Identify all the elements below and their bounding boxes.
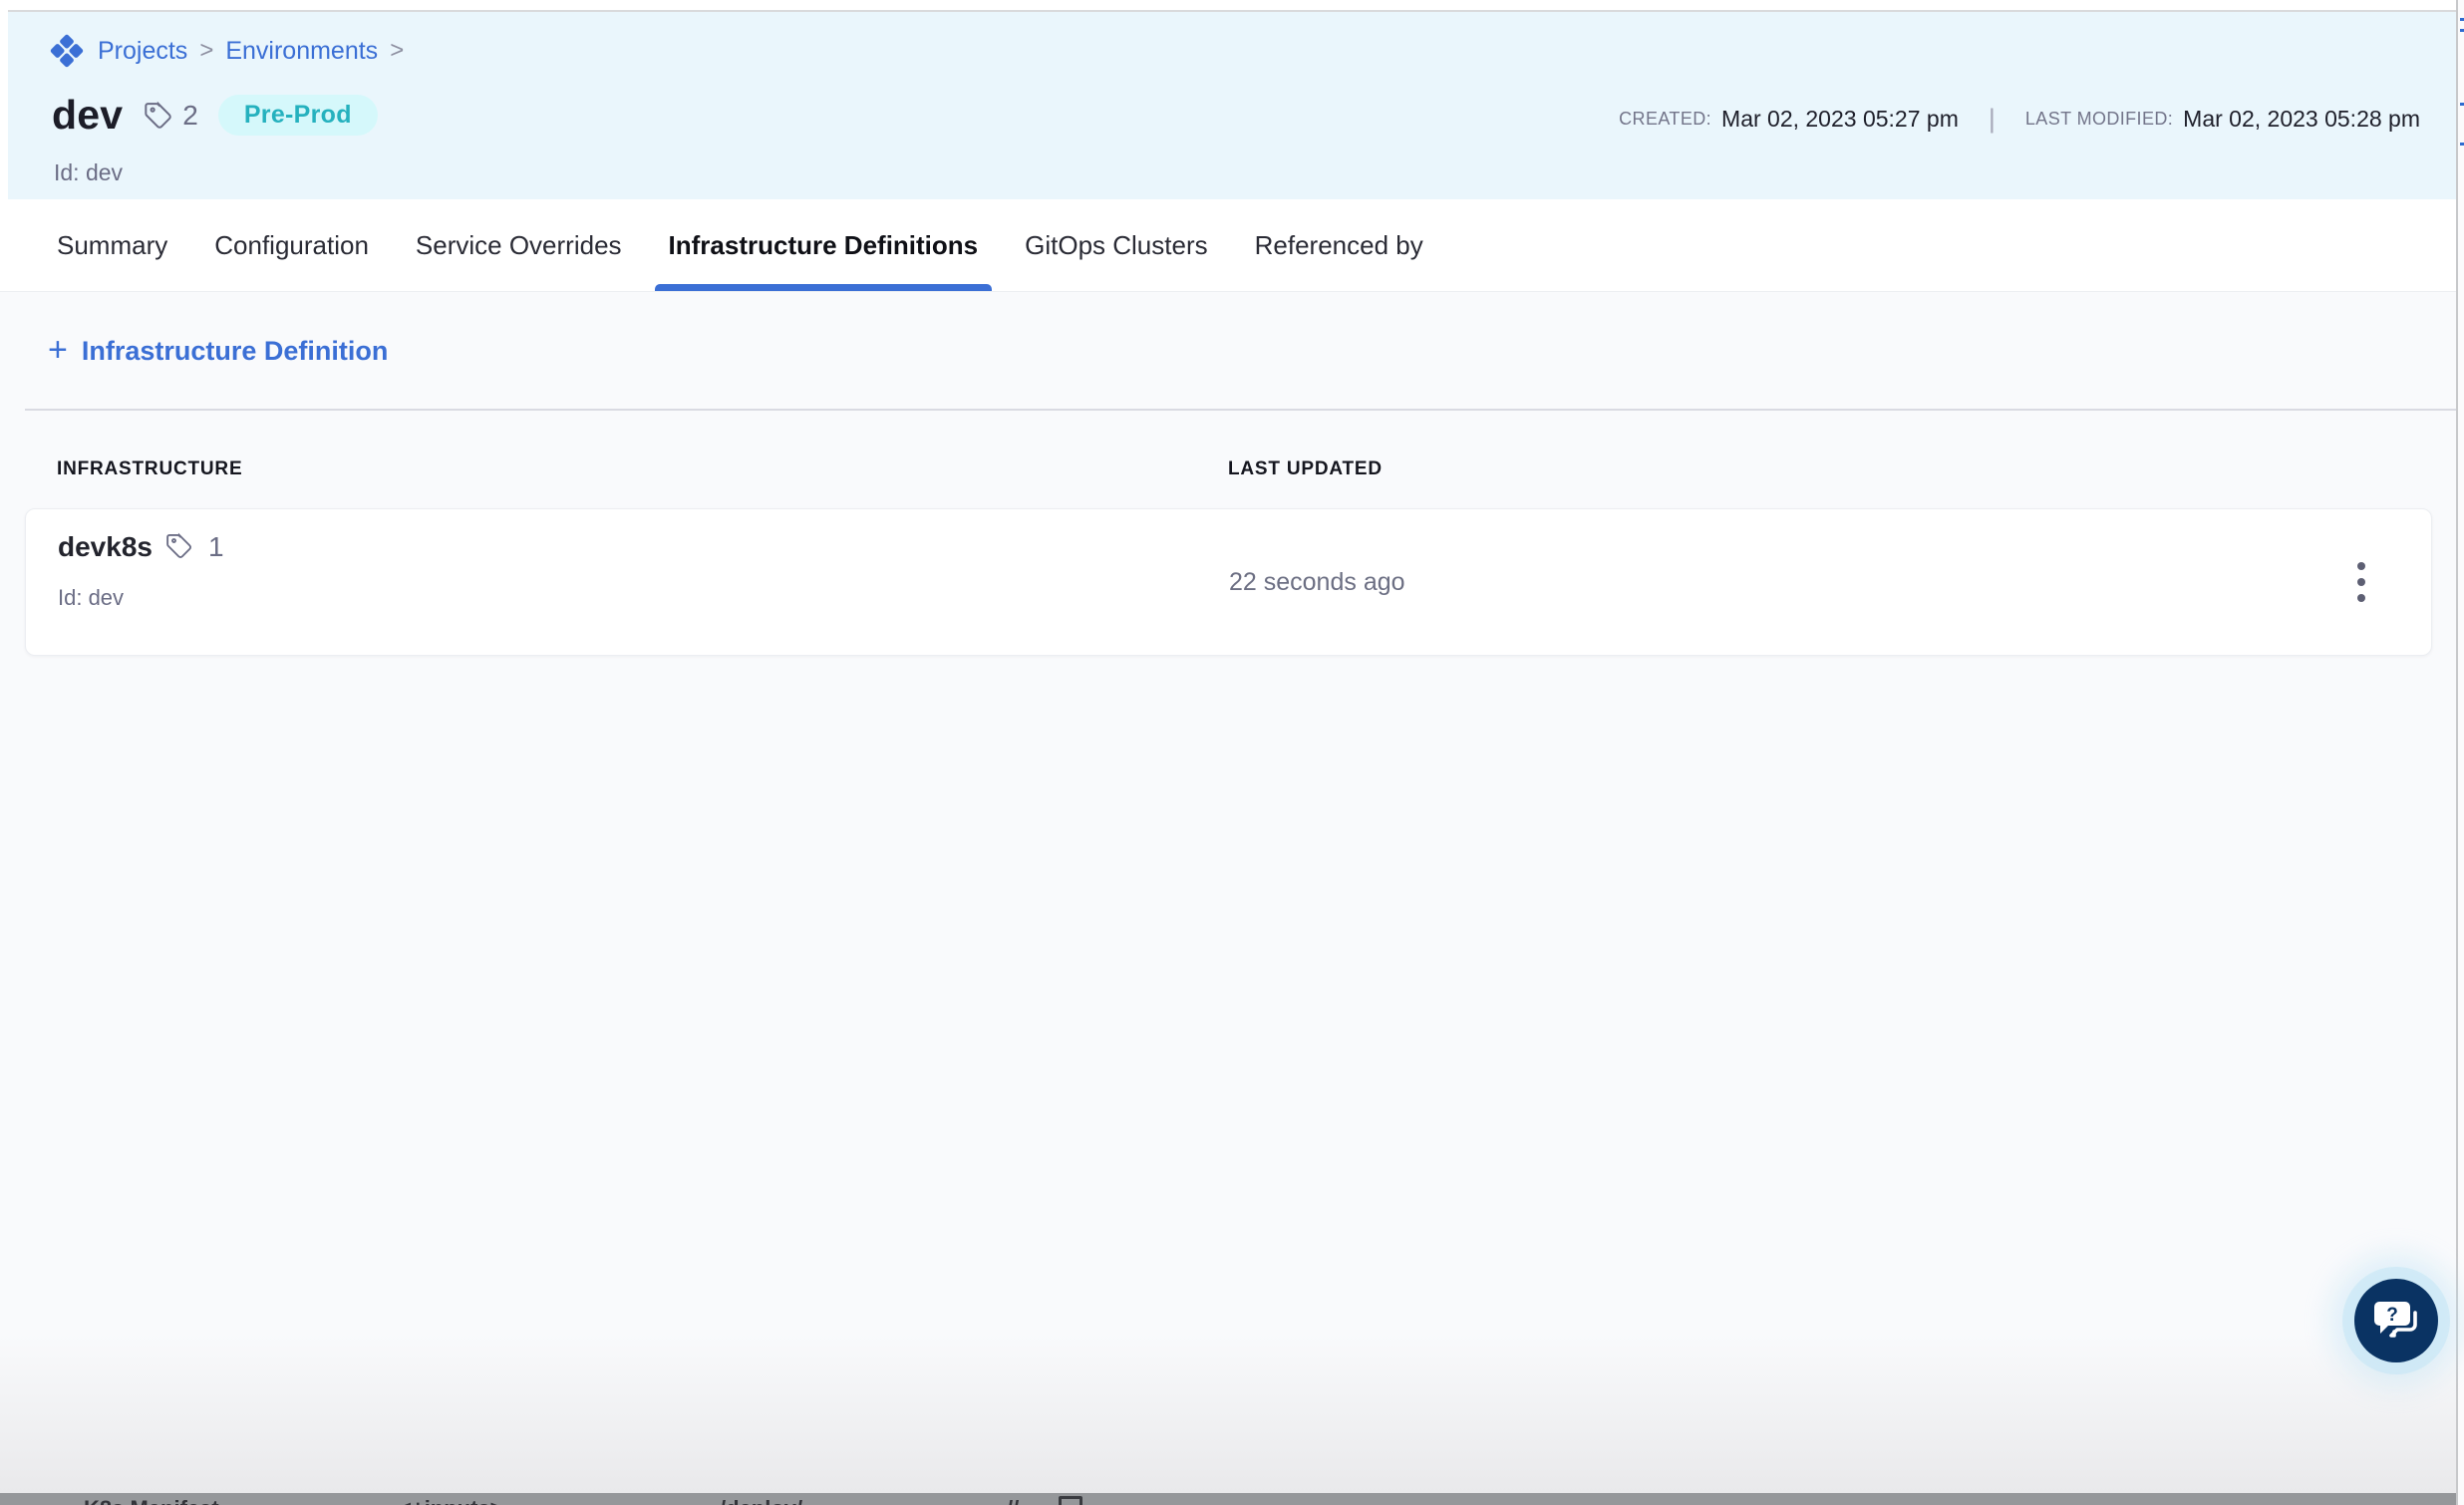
kebab-dot (2357, 594, 2365, 602)
environment-details-page: Projects > Environments > dev 2 Pre-Prod… (0, 0, 2464, 1505)
infrastructure-id: Id: dev (58, 585, 124, 611)
environment-meta: CREATED: Mar 02, 2023 05:27 pm | LAST MO… (1619, 104, 2420, 135)
column-header-infrastructure: INFRASTRUCTURE (57, 458, 242, 480)
kebab-dot (2357, 578, 2365, 586)
scrollbar-marker (2460, 18, 2464, 21)
environment-title-row: dev 2 Pre-Prod (52, 92, 378, 139)
occluded-window-strip: K8s Manifest <+inputs> /deploy/ // (0, 1493, 2464, 1505)
table-header-row: INFRASTRUCTURE LAST UPDATED (0, 458, 2464, 484)
tag-icon (164, 531, 196, 563)
clipped-text-inputs: <+inputs> (399, 1496, 503, 1505)
environment-type-badge: Pre-Prod (218, 95, 378, 136)
scrollbar-marker (2460, 29, 2464, 32)
kebab-dot (2357, 562, 2365, 570)
environment-tab-bar: Summary Configuration Service Overrides … (0, 199, 2464, 292)
svg-text:?: ? (2386, 1305, 2398, 1326)
meta-separator: | (1981, 104, 2003, 135)
help-chat-fab[interactable]: ? (2354, 1279, 2438, 1362)
clipped-text-k8s-manifest: K8s Manifest (84, 1496, 219, 1505)
created-value: Mar 02, 2023 05:27 pm (1721, 106, 1959, 133)
breadcrumb: Projects > Environments > (48, 32, 404, 70)
last-updated-cell: 22 seconds ago (1229, 509, 1405, 655)
tab-summary[interactable]: Summary (57, 199, 167, 291)
breadcrumb-projects-link[interactable]: Projects (98, 37, 187, 66)
plus-icon: + (48, 333, 68, 367)
tag-count: 2 (182, 100, 198, 132)
tag-count: 1 (208, 531, 224, 563)
clipped-text-deploy: /deploy/ (720, 1496, 802, 1505)
chevron-right-icon: > (390, 37, 404, 65)
chevron-right-icon: > (199, 37, 213, 65)
toolbar-divider (25, 409, 2457, 411)
last-modified-value: Mar 02, 2023 05:28 pm (2183, 106, 2420, 133)
environment-name: dev (52, 92, 123, 139)
environment-header: Projects > Environments > dev 2 Pre-Prod… (8, 10, 2456, 199)
tab-infrastructure-definitions[interactable]: Infrastructure Definitions (669, 199, 979, 291)
row-options-menu-button[interactable] (2347, 552, 2375, 612)
add-infrastructure-definition-label: Infrastructure Definition (82, 336, 389, 367)
column-header-last-updated: LAST UPDATED (1228, 458, 1383, 480)
environment-id: Id: dev (54, 159, 123, 186)
infrastructure-definitions-panel: + Infrastructure Definition INFRASTRUCTU… (0, 292, 2464, 1505)
scrollbar-marker (2460, 103, 2464, 106)
tab-referenced-by[interactable]: Referenced by (1255, 199, 1423, 291)
tab-gitops-clusters[interactable]: GitOps Clusters (1025, 199, 1208, 291)
created-label: CREATED: (1619, 109, 1711, 130)
tab-configuration[interactable]: Configuration (214, 199, 369, 291)
environment-tags: 2 (143, 100, 198, 132)
project-diamond-icon (48, 32, 86, 70)
add-infrastructure-definition-button[interactable]: + Infrastructure Definition (48, 336, 388, 367)
toolbar: + Infrastructure Definition (0, 292, 2464, 367)
scrollbar-marker (2460, 143, 2464, 146)
infrastructure-name[interactable]: devk8s (58, 531, 153, 563)
tab-service-overrides[interactable]: Service Overrides (416, 199, 622, 291)
chat-question-icon: ? (2371, 1297, 2421, 1346)
last-modified-label: LAST MODIFIED: (2025, 109, 2173, 130)
breadcrumb-environments-link[interactable]: Environments (225, 37, 378, 66)
infrastructure-name-cell: devk8s 1 (58, 531, 224, 563)
clipped-panel-icon (1059, 1496, 1082, 1505)
scrollbar-rail[interactable] (2456, 0, 2464, 1505)
tag-icon (143, 100, 174, 132)
clipped-text-slashes: // (1007, 1496, 1019, 1505)
table-row[interactable]: devk8s 1 Id: dev 22 seconds ago (25, 508, 2432, 656)
